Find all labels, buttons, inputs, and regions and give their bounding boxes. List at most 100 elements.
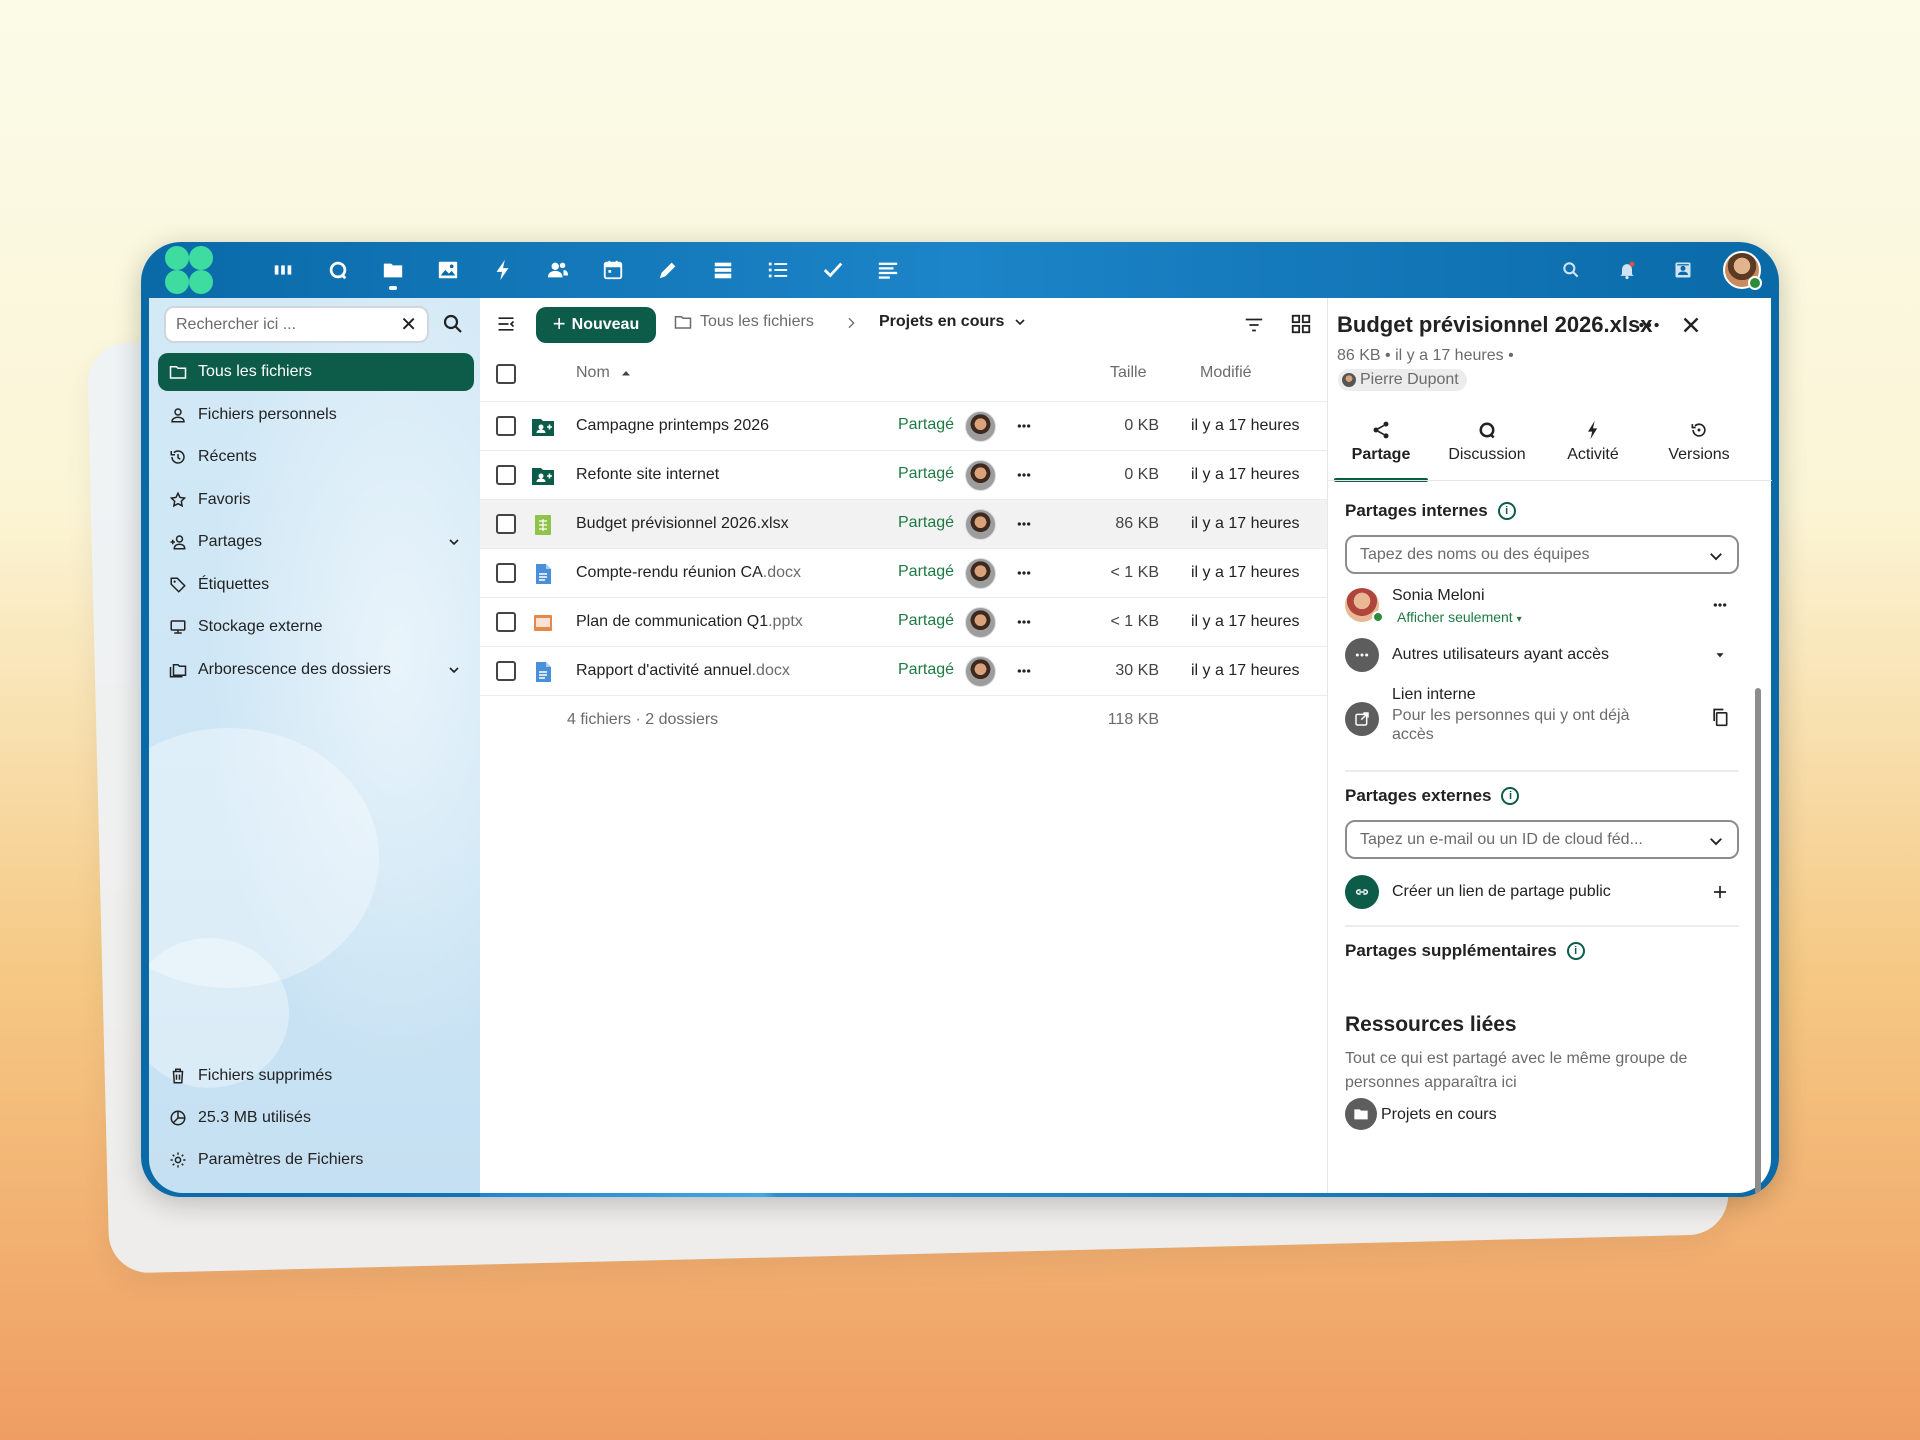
check-icon[interactable] [805, 242, 860, 298]
shared-status[interactable]: Partagé [898, 465, 954, 483]
contacts-menu-icon[interactable] [1655, 242, 1711, 298]
shared-status[interactable]: Partagé [898, 416, 954, 434]
row-checkbox[interactable] [496, 416, 516, 436]
sharee-permission-dropdown[interactable]: Afficher seulement ▾ [1397, 609, 1522, 625]
column-size-header[interactable]: Taille [1110, 364, 1146, 382]
nextcloud-logo[interactable] [165, 246, 213, 294]
public-link-row[interactable]: Créer un lien de partage public [1345, 871, 1739, 913]
photos-icon[interactable] [420, 242, 475, 298]
owner-chip[interactable]: Pierre Dupont [1338, 369, 1467, 391]
select-all-checkbox[interactable] [496, 364, 516, 384]
more-actions-icon[interactable] [1010, 461, 1038, 489]
sidebar-item-label: Arborescence des dossiers [198, 660, 391, 678]
close-icon[interactable] [1678, 312, 1704, 338]
internal-share-search[interactable]: Tapez des noms ou des équipes [1345, 535, 1739, 574]
chevron-down-icon[interactable] [446, 662, 462, 678]
tab-activity[interactable]: Activité [1540, 418, 1646, 476]
file-size: 0 KB [1124, 417, 1159, 434]
breadcrumb-current[interactable]: Projets en cours [879, 313, 1028, 331]
details-scrollbar[interactable] [1755, 688, 1761, 1197]
sidebar-item-folder-tree[interactable]: Arborescence des dossiers [158, 651, 474, 689]
table-row[interactable]: Plan de communication Q1.pptx Partagé < … [480, 597, 1327, 646]
calendar-icon[interactable] [585, 242, 640, 298]
info-icon[interactable]: i [1566, 942, 1585, 960]
sidebar-footer: Fichiers supprimés 25.3 MB utilisés Para… [158, 1057, 474, 1183]
info-icon[interactable]: i [1501, 787, 1520, 805]
toggle-sidebar-icon[interactable] [496, 314, 516, 334]
column-modified-header[interactable]: Modifié [1200, 364, 1252, 382]
tab-discussion[interactable]: Discussion [1434, 418, 1540, 476]
caret-down-icon[interactable] [1707, 642, 1733, 668]
file-name[interactable]: Refonte site internet [576, 466, 719, 484]
file-modified: il y a 17 heures [1191, 466, 1300, 483]
file-name[interactable]: Rapport d'activité annuel.docx [576, 662, 790, 680]
more-actions-icon[interactable] [1010, 559, 1038, 587]
deck-icon[interactable] [695, 242, 750, 298]
notifications-bell-icon[interactable] [1599, 242, 1655, 298]
talk-icon[interactable] [310, 242, 365, 298]
more-actions-icon[interactable] [1010, 608, 1038, 636]
chevron-down-icon[interactable] [446, 534, 462, 550]
tab-versions[interactable]: Versions [1646, 418, 1752, 476]
file-name[interactable]: Budget prévisionnel 2026.xlsx [576, 515, 789, 533]
shared-status[interactable]: Partagé [898, 563, 954, 581]
plus-icon[interactable] [1707, 879, 1733, 905]
text-icon[interactable] [860, 242, 915, 298]
more-actions-icon[interactable] [1636, 312, 1662, 338]
more-actions-icon[interactable] [1010, 510, 1038, 538]
sidebar-item-tags[interactable]: Étiquettes [158, 566, 474, 604]
files-icon[interactable] [365, 242, 420, 298]
external-share-search[interactable]: Tapez un e-mail ou un ID de cloud féd... [1345, 820, 1739, 859]
info-icon[interactable]: i [1497, 502, 1516, 520]
column-name-header[interactable]: Nom [576, 364, 632, 382]
sidebar-item-storage-usage[interactable]: 25.3 MB utilisés [158, 1099, 474, 1137]
sidebar-item-shares[interactable]: Partages [158, 523, 474, 561]
more-actions-icon[interactable] [1010, 412, 1038, 440]
sidebar-item-label: Fichiers personnels [198, 405, 337, 423]
new-button[interactable]: + Nouveau [536, 307, 656, 343]
internal-share-placeholder: Tapez des noms ou des équipes [1360, 545, 1590, 563]
sidebar-search-input[interactable]: Rechercher ici ... ✕ [164, 306, 429, 343]
sidebar-item-deleted-files[interactable]: Fichiers supprimés [158, 1057, 474, 1095]
table-row[interactable]: Budget prévisionnel 2026.xlsx Partagé 86… [480, 499, 1327, 548]
row-checkbox[interactable] [496, 465, 516, 485]
row-checkbox[interactable] [496, 514, 516, 534]
grid-view-icon[interactable] [1290, 313, 1312, 335]
row-checkbox[interactable] [496, 563, 516, 583]
other-users-row[interactable]: Autres utilisateurs ayant accès [1345, 634, 1739, 676]
clear-search-icon[interactable]: ✕ [400, 315, 417, 335]
tasks-icon[interactable] [750, 242, 805, 298]
shared-status[interactable]: Partagé [898, 514, 954, 532]
file-name[interactable]: Compte-rendu réunion CA.docx [576, 564, 801, 582]
shared-status[interactable]: Partagé [898, 661, 954, 679]
tab-sharing[interactable]: Partage [1328, 418, 1434, 482]
more-actions-icon[interactable] [1707, 592, 1733, 618]
file-name[interactable]: Campagne printemps 2026 [576, 417, 769, 435]
file-name[interactable]: Plan de communication Q1.pptx [576, 613, 803, 631]
sidebar-item-recent[interactable]: Récents [158, 438, 474, 476]
notes-icon[interactable] [640, 242, 695, 298]
sidebar-item-personal-files[interactable]: Fichiers personnels [158, 396, 474, 434]
shared-status[interactable]: Partagé [898, 612, 954, 630]
activity-icon[interactable] [475, 242, 530, 298]
copy-icon[interactable] [1707, 704, 1733, 730]
sidebar-item-settings[interactable]: Paramètres de Fichiers [158, 1141, 474, 1179]
more-actions-icon[interactable] [1010, 657, 1038, 685]
table-row[interactable]: Compte-rendu réunion CA.docx Partagé < 1… [480, 548, 1327, 597]
table-row[interactable]: Rapport d'activité annuel.docx Partagé 3… [480, 646, 1327, 695]
table-row[interactable]: Campagne printemps 2026 Partagé 0 KB il … [480, 401, 1327, 450]
filter-icon[interactable] [1243, 314, 1265, 336]
contacts-icon[interactable] [530, 242, 585, 298]
breadcrumb-root[interactable]: Tous les fichiers [674, 313, 814, 331]
sidebar-item-favorites[interactable]: Favoris [158, 481, 474, 519]
search-icon[interactable] [441, 312, 465, 336]
row-checkbox[interactable] [496, 661, 516, 681]
dashboard-icon[interactable] [255, 242, 310, 298]
related-resource-item[interactable]: Projets en cours [1345, 1097, 1739, 1133]
unified-search-icon[interactable] [1543, 242, 1599, 298]
table-row[interactable]: Refonte site internet Partagé 0 KB il y … [480, 450, 1327, 499]
row-checkbox[interactable] [496, 612, 516, 632]
user-avatar[interactable] [1723, 251, 1762, 290]
sidebar-item-all-files[interactable]: Tous les fichiers [158, 353, 474, 391]
sidebar-item-external-storage[interactable]: Stockage externe [158, 608, 474, 646]
